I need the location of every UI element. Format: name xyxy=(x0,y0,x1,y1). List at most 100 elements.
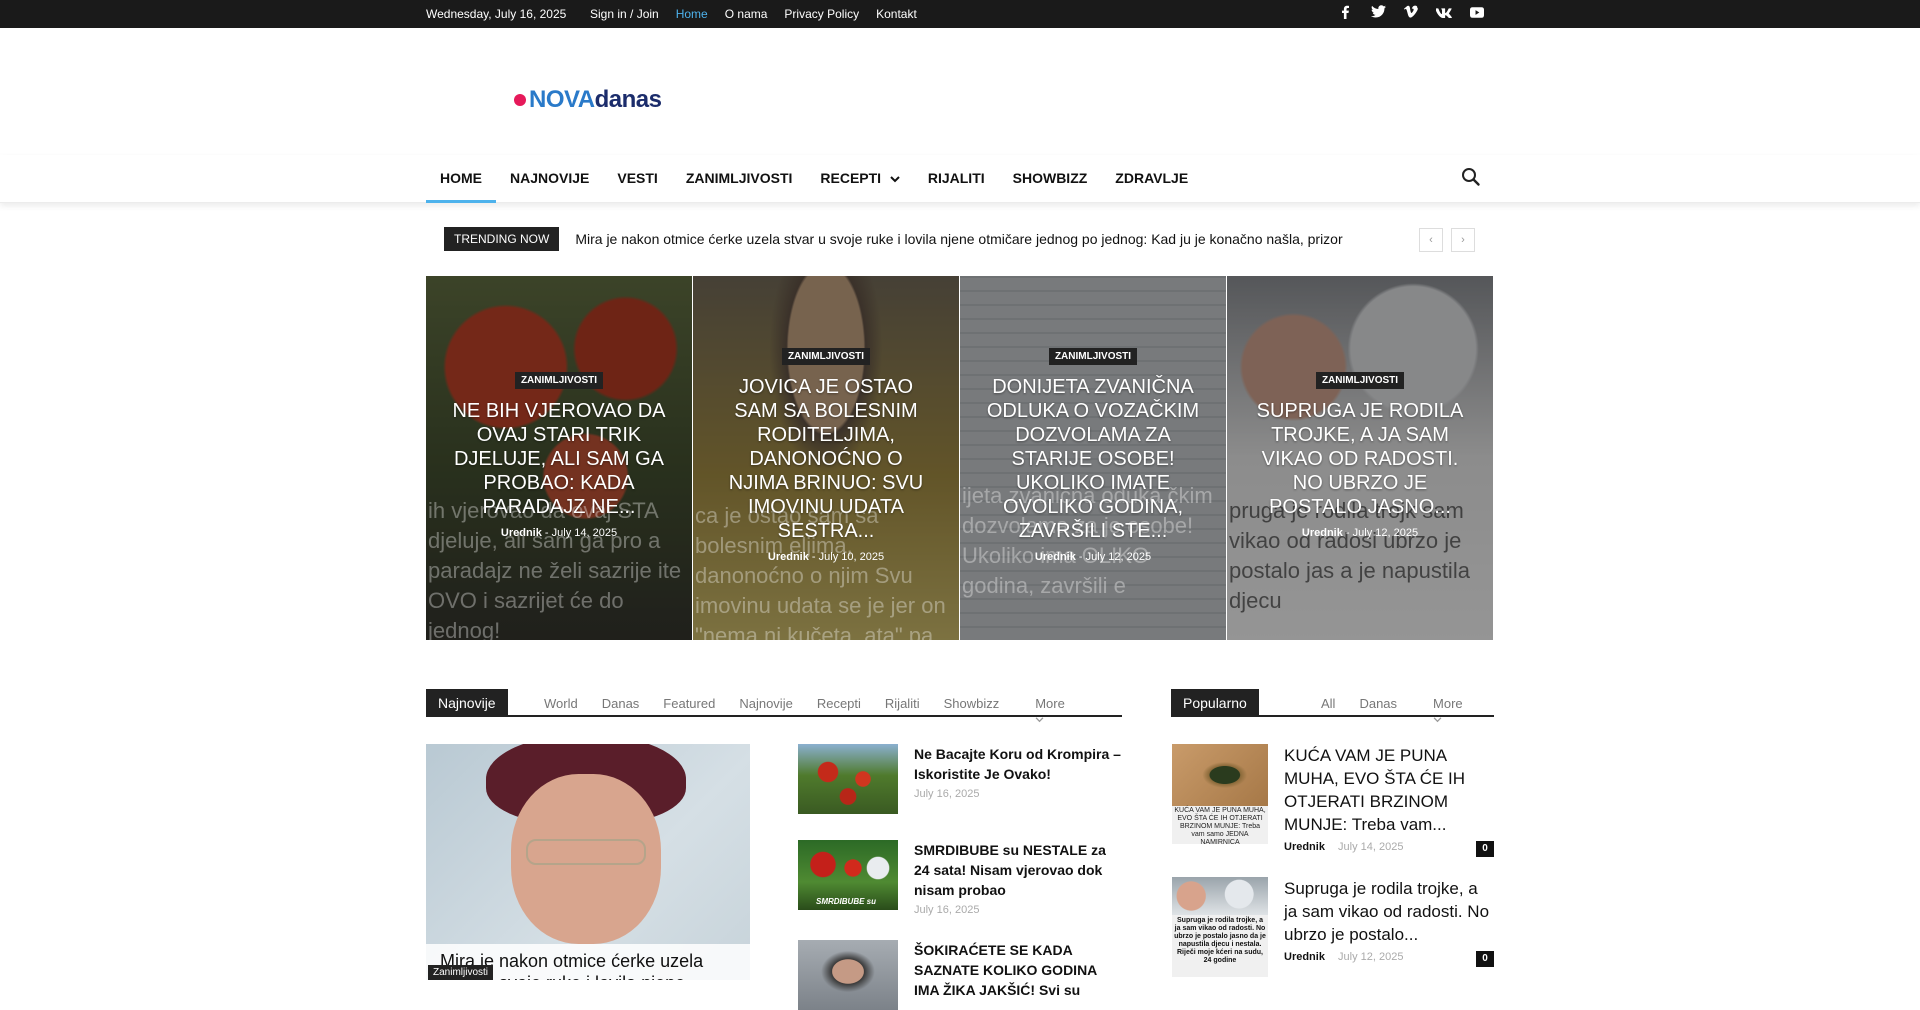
tab-rijaliti[interactable]: Rijaliti xyxy=(873,696,932,726)
facebook-icon[interactable] xyxy=(1336,5,1354,23)
home-link[interactable]: Home xyxy=(676,7,708,21)
popular-item-thumb[interactable]: Supruga je rodila trojke, a ja sam vikao… xyxy=(1172,877,1268,977)
chevron-down-icon xyxy=(1023,715,1056,726)
trending-next-button[interactable]: › xyxy=(1451,228,1475,252)
about-link[interactable]: O nama xyxy=(725,7,768,21)
featured-author-2[interactable]: Urednik xyxy=(768,551,809,563)
logo-dot xyxy=(514,94,526,106)
menu-item-najnovije[interactable]: NAJNOVIJE xyxy=(496,155,603,203)
tab-najnovije[interactable]: Najnovije xyxy=(727,696,804,726)
list-item-thumb[interactable]: SMRDIBUBE su xyxy=(798,840,898,910)
featured-date-4: July 12, 2025 xyxy=(1352,526,1419,539)
sign-in-link[interactable]: Sign in / Join xyxy=(590,7,659,21)
featured-meta-4: Urednik - July 12, 2025 xyxy=(1301,526,1419,539)
menu-item-showbizz[interactable]: SHOWBIZZ xyxy=(999,155,1102,203)
big-post-category[interactable]: Zanimljivosti xyxy=(428,965,494,980)
list-item-thumb[interactable] xyxy=(798,940,898,1010)
tab-more[interactable]: More xyxy=(1011,696,1122,726)
tab-more-label: More xyxy=(1433,696,1463,711)
featured-category-1[interactable]: ZANIMLJIVOSTI xyxy=(514,371,604,389)
tab-more-label: More xyxy=(1035,696,1065,711)
featured-post-3[interactable]: ijeta zvanična oduka čkim dozvolama za j… xyxy=(960,276,1226,640)
social-icons xyxy=(1336,5,1486,23)
najnovije-tabs: World Danas Featured Najnovije Recepti R… xyxy=(532,696,1122,726)
najnovije-label: Najnovije xyxy=(426,689,508,717)
featured-author-3[interactable]: Urednik xyxy=(1035,551,1076,563)
vk-icon[interactable] xyxy=(1435,5,1453,23)
tab-danas[interactable]: Danas xyxy=(590,696,652,726)
main-menu-bar: HOME NAJNOVIJE VESTI ZANIMLJIVOSTI RECEP… xyxy=(0,155,1920,203)
tab-featured[interactable]: Featured xyxy=(651,696,727,726)
list-item[interactable]: Ne Bacajte Koru od Krompira – Iskoristit… xyxy=(798,744,1122,826)
featured-meta-2: Urednik - July 10, 2025 xyxy=(767,550,885,563)
popular-thumb-text: KUĆA VAM JE PUNA MUHA, EVO ŠTA ĆE IH OTJ… xyxy=(1174,807,1266,844)
popularno-header: Popularno All Danas More xyxy=(1171,689,1494,723)
menu-item-zdravlje[interactable]: ZDRAVLJE xyxy=(1101,155,1202,203)
popular-item-thumb[interactable]: KUĆA VAM JE PUNA MUHA, EVO ŠTA ĆE IH OTJ… xyxy=(1172,744,1268,844)
featured-date-3: July 12, 2025 xyxy=(1085,550,1152,563)
comment-count-badge[interactable]: 0 xyxy=(1476,841,1494,857)
tab-more[interactable]: More xyxy=(1409,696,1499,726)
tab-showbizz[interactable]: Showbizz xyxy=(932,696,1012,726)
list-item-title[interactable]: Ne Bacajte Koru od Krompira – Iskoristit… xyxy=(914,744,1122,784)
featured-title-3[interactable]: DONIJETA ZVANIČNA ODLUKA O VOZAČKIM DOZV… xyxy=(984,375,1202,543)
vimeo-icon[interactable] xyxy=(1402,5,1420,23)
privacy-policy-link[interactable]: Privacy Policy xyxy=(784,7,859,21)
popular-item-title[interactable]: Supruga je rodila trojke, a ja sam vikao… xyxy=(1284,877,1494,946)
logo-nova: NOVA xyxy=(529,86,595,113)
popular-item[interactable]: Supruga je rodila trojke, a ja sam vikao… xyxy=(1172,877,1494,977)
popular-item-author[interactable]: Urednik xyxy=(1284,841,1325,853)
popular-item-meta: Urednik July 14, 2025 xyxy=(1284,841,1403,853)
tab-recepti[interactable]: Recepti xyxy=(805,696,873,726)
menu-item-home[interactable]: HOME xyxy=(426,155,496,203)
list-item-date: July 16, 2025 xyxy=(914,788,980,800)
menu-item-recepti[interactable]: RECEPTI xyxy=(806,155,913,203)
featured-author-1[interactable]: Urednik xyxy=(501,527,542,539)
logo-danas: danas xyxy=(594,86,662,113)
popular-thumb-text: Supruga je rodila trojke, a ja sam vikao… xyxy=(1174,917,1266,964)
menu-item-vesti[interactable]: VESTI xyxy=(603,155,671,203)
comment-count-badge[interactable]: 0 xyxy=(1476,951,1494,967)
list-item[interactable]: SMRDIBUBE su SMRDIBUBE su NESTALE za 24 … xyxy=(798,840,1122,922)
popular-item-title[interactable]: KUĆA VAM JE PUNA MUHA, EVO ŠTA ĆE IH OTJ… xyxy=(1284,744,1494,836)
trending-prev-button[interactable]: ‹ xyxy=(1419,228,1443,252)
trending-bar: TRENDING NOW Mira je nakon otmice ćerke … xyxy=(444,227,1343,251)
featured-category-4[interactable]: ZANIMLJIVOSTI xyxy=(1315,371,1405,389)
tab-all[interactable]: All xyxy=(1309,696,1347,726)
list-item-thumb[interactable] xyxy=(798,744,898,814)
featured-date-2: July 10, 2025 xyxy=(818,550,885,563)
tab-world[interactable]: World xyxy=(532,696,590,726)
featured-title-2[interactable]: JOVICA JE OSTAO SAM SA BOLESNIM RODITELJ… xyxy=(717,375,935,543)
popularno-label: Popularno xyxy=(1171,689,1259,717)
popular-item-date: July 14, 2025 xyxy=(1338,841,1404,853)
popularno-tabs: All Danas More xyxy=(1309,696,1499,726)
featured-post-4[interactable]: pruga je rodila trojk sam vikao od rados… xyxy=(1227,276,1493,640)
menu-item-zanimljivosti[interactable]: ZANIMLJIVOSTI xyxy=(672,155,807,203)
featured-post-2[interactable]: ca je ostao sam sa bolesnim eljima, dano… xyxy=(693,276,959,640)
featured-category-2[interactable]: ZANIMLJIVOSTI xyxy=(781,347,871,365)
twitter-icon[interactable] xyxy=(1369,5,1387,23)
list-item-title[interactable]: SMRDIBUBE su NESTALE za 24 sata! Nisam v… xyxy=(914,840,1122,900)
featured-title-4[interactable]: SUPRUGA JE RODILA TROJKE, A JA SAM VIKAO… xyxy=(1251,399,1469,519)
youtube-icon[interactable] xyxy=(1468,5,1486,23)
list-item[interactable]: ŠOKIRAĆETE SE KADA SAZNATE KOLIKO GODINA… xyxy=(798,940,1122,1010)
menu-item-recepti-label: RECEPTI xyxy=(820,170,882,186)
popular-item-meta: Urednik July 12, 2025 xyxy=(1284,951,1403,963)
contact-link[interactable]: Kontakt xyxy=(876,7,917,21)
featured-post-1[interactable]: ih vjerovao da ovaj STA djeluje, ali sam… xyxy=(426,276,692,640)
list-item-date: July 16, 2025 xyxy=(914,904,980,916)
site-logo[interactable]: NOVA danas xyxy=(514,86,662,114)
featured-category-3[interactable]: ZANIMLJIVOSTI xyxy=(1048,347,1138,365)
tab-danas[interactable]: Danas xyxy=(1347,696,1409,726)
featured-title-1[interactable]: NE BIH VJEROVAO DA OVAJ STARI TRIK DJELU… xyxy=(450,399,668,519)
featured-author-4[interactable]: Urednik xyxy=(1302,527,1343,539)
search-icon[interactable] xyxy=(1460,166,1482,188)
najnovije-big-post[interactable]: Mira je nakon otmice ćerke uzela stvar u… xyxy=(426,744,750,980)
trending-headline[interactable]: Mira je nakon otmice ćerke uzela stvar u… xyxy=(575,231,1342,247)
list-item-title[interactable]: ŠOKIRAĆETE SE KADA SAZNATE KOLIKO GODINA… xyxy=(914,940,1122,1000)
top-bar: Wednesday, July 16, 2025 Sign in / Join … xyxy=(0,0,1920,28)
popular-item[interactable]: KUĆA VAM JE PUNA MUHA, EVO ŠTA ĆE IH OTJ… xyxy=(1172,744,1494,864)
menu-item-rijaliti[interactable]: RIJALITI xyxy=(914,155,999,203)
popular-item-author[interactable]: Urednik xyxy=(1284,951,1325,963)
popular-item-date: July 12, 2025 xyxy=(1338,951,1404,963)
